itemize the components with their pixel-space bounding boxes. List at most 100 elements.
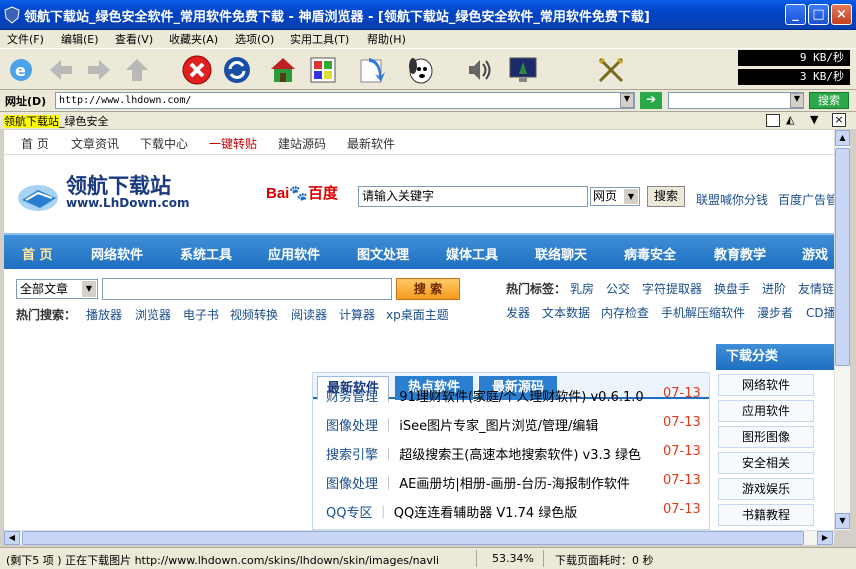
search-dropdown-icon[interactable]: ▼ bbox=[790, 93, 804, 108]
hot-tag[interactable]: 公交 bbox=[606, 280, 630, 297]
list-item[interactable]: 搜索引擎 ｜ 超级搜索王(高速本地搜索软件) v3.3 绿色 07-13 bbox=[326, 444, 701, 463]
site-logo[interactable]: 领航下载站 www.LhDown.com bbox=[16, 168, 196, 218]
hot-tag[interactable]: 字符提取器 bbox=[642, 280, 702, 297]
menu-help[interactable]: 帮助(H) bbox=[367, 31, 406, 47]
search-scope-select[interactable]: 网页 ▼ bbox=[590, 187, 640, 206]
scroll-left-icon[interactable]: ◀ bbox=[4, 531, 20, 545]
ie-icon[interactable]: e bbox=[4, 53, 38, 87]
swords-icon[interactable] bbox=[594, 53, 628, 87]
url-dropdown-icon[interactable]: ▼ bbox=[620, 93, 634, 108]
hot-tag[interactable]: 内存检查 bbox=[601, 304, 649, 321]
url-input[interactable]: http://www.lhdown.com/ bbox=[55, 92, 635, 109]
nav-network[interactable]: 网络软件 bbox=[91, 244, 143, 263]
toplink-repost[interactable]: 一键转贴 bbox=[209, 135, 257, 152]
download-icon[interactable] bbox=[356, 53, 390, 87]
menu-file[interactable]: 文件(F) bbox=[7, 31, 44, 47]
category-item[interactable]: 网络软件 bbox=[718, 374, 814, 396]
scroll-down-icon[interactable]: ▼ bbox=[835, 513, 850, 529]
hot-search-item[interactable]: 电子书 bbox=[183, 306, 219, 323]
hot-tag[interactable]: 手机解压缩软件 bbox=[661, 304, 745, 321]
nav-home[interactable]: 首 页 bbox=[22, 244, 53, 263]
row-title[interactable]: 91理财软件(家庭/个人理财软件) v0.6.1.0 bbox=[399, 390, 643, 405]
go-arrow-icon[interactable]: ➔ bbox=[640, 92, 662, 109]
forward-icon[interactable] bbox=[82, 53, 116, 87]
nav-media[interactable]: 媒体工具 bbox=[446, 244, 498, 263]
union-link[interactable]: 联盟喊你分钱 bbox=[696, 191, 768, 208]
row-title[interactable]: 超级搜索王(高速本地搜索软件) v3.3 绿色 bbox=[399, 448, 641, 463]
nav-games[interactable]: 游戏 bbox=[802, 244, 828, 263]
minimize-button[interactable]: _ bbox=[785, 4, 806, 25]
baidu-search-input[interactable]: 请输入关键字 bbox=[358, 186, 588, 207]
menu-view[interactable]: 查看(V) bbox=[115, 31, 153, 47]
list-item[interactable]: QQ专区 ｜ QQ连连看辅助器 V1.74 绿色版 07-13 bbox=[326, 502, 701, 521]
list-item[interactable]: 财务管理 ｜ 91理财软件(家庭/个人理财软件) v0.6.1.0 07-13 bbox=[326, 386, 701, 405]
menu-edit[interactable]: 编辑(E) bbox=[61, 31, 99, 47]
hot-search-item[interactable]: 浏览器 bbox=[135, 306, 171, 323]
category-item[interactable]: 书籍教程 bbox=[718, 504, 814, 526]
tab-menu-icon[interactable]: ▼ bbox=[810, 113, 818, 126]
hot-tag[interactable]: 乳房 bbox=[570, 280, 594, 297]
row-title[interactable]: QQ连连看辅助器 V1.74 绿色版 bbox=[394, 506, 578, 521]
row-category[interactable]: 财务管理 bbox=[326, 390, 378, 405]
hot-tag[interactable]: CD播 bbox=[806, 304, 834, 321]
row-category[interactable]: 图像处理 bbox=[326, 419, 378, 434]
row-title[interactable]: AE画册坊|相册-画册-台历-海报制作软件 bbox=[399, 477, 630, 492]
tab-lhdown[interactable]: 领航下载站_绿色安全 bbox=[4, 113, 109, 128]
nav-apps[interactable]: 应用软件 bbox=[268, 244, 320, 263]
baidu-search-button[interactable]: 搜索 bbox=[647, 186, 685, 207]
category-item[interactable]: 安全相关 bbox=[718, 452, 814, 474]
baidu-ads-link[interactable]: 百度广告管 bbox=[778, 191, 834, 208]
close-button[interactable]: × bbox=[831, 4, 852, 25]
list-item[interactable]: 图像处理 ｜ AE画册坊|相册-画册-台历-海报制作软件 07-13 bbox=[326, 473, 701, 492]
monitor-icon[interactable] bbox=[506, 53, 540, 87]
nav-security[interactable]: 病毒安全 bbox=[624, 244, 676, 263]
vertical-scroll-thumb[interactable] bbox=[835, 148, 850, 366]
row-category[interactable]: 搜索引擎 bbox=[326, 448, 378, 463]
menu-options[interactable]: 选项(O) bbox=[235, 31, 274, 47]
category-item[interactable]: 应用软件 bbox=[718, 400, 814, 422]
title-bar[interactable]: 领航下载站_绿色安全软件_常用软件免费下载 - 神盾浏览器 - [领航下载站_绿… bbox=[0, 0, 856, 30]
category-item[interactable]: 游戏娱乐 bbox=[718, 478, 814, 500]
back-icon[interactable] bbox=[44, 53, 78, 87]
menu-tools[interactable]: 实用工具(T) bbox=[290, 31, 349, 47]
sound-icon[interactable] bbox=[462, 53, 496, 87]
search-button[interactable]: 搜索 bbox=[809, 92, 849, 109]
hot-search-item[interactable]: 播放器 bbox=[86, 306, 122, 323]
hot-tag[interactable]: 发器 bbox=[506, 304, 530, 321]
scroll-right-icon[interactable]: ▶ bbox=[817, 531, 833, 545]
toplink-newest[interactable]: 最新软件 bbox=[347, 135, 395, 152]
row-title[interactable]: iSee图片专家_图片浏览/管理/编辑 bbox=[399, 419, 598, 434]
nav-system[interactable]: 系统工具 bbox=[180, 244, 232, 263]
hot-search-item[interactable]: 视频转换 bbox=[230, 306, 278, 323]
horizontal-scrollbar[interactable]: ◀ ▶ bbox=[4, 530, 834, 545]
category-item[interactable]: 图形图像 bbox=[718, 426, 814, 448]
nav-graphics[interactable]: 图文处理 bbox=[357, 244, 409, 263]
stop-icon[interactable] bbox=[180, 53, 214, 87]
toplink-source[interactable]: 建站源码 bbox=[278, 135, 326, 152]
toplink-articles[interactable]: 文章资讯 bbox=[71, 135, 119, 152]
hot-tag[interactable]: 进阶 bbox=[762, 280, 786, 297]
site-search-input[interactable] bbox=[102, 278, 392, 300]
site-search-button[interactable]: 搜 索 bbox=[396, 278, 460, 300]
hot-tag[interactable]: 友情链 bbox=[798, 280, 834, 297]
scroll-up-icon[interactable]: ▲ bbox=[835, 130, 850, 146]
restore-tab-icon[interactable] bbox=[766, 114, 780, 127]
hot-search-item[interactable]: 计算器 bbox=[339, 306, 375, 323]
hot-search-item[interactable]: 阅读器 bbox=[291, 306, 327, 323]
nav-chat[interactable]: 联络聊天 bbox=[535, 244, 587, 263]
dog-icon[interactable] bbox=[404, 53, 438, 87]
row-category[interactable]: QQ专区 bbox=[326, 506, 372, 521]
article-select[interactable]: 全部文章 ▼ bbox=[16, 279, 98, 299]
vertical-scrollbar[interactable]: ▲ ▼ bbox=[834, 130, 850, 530]
toplink-downloads[interactable]: 下载中心 bbox=[140, 135, 188, 152]
refresh-icon[interactable] bbox=[220, 53, 254, 87]
horizontal-scroll-thumb[interactable] bbox=[22, 531, 804, 545]
list-item[interactable]: 图像处理 ｜ iSee图片专家_图片浏览/管理/编辑 07-13 bbox=[326, 415, 701, 434]
hot-tag[interactable]: 文本数据 bbox=[542, 304, 590, 321]
nav-education[interactable]: 教育教学 bbox=[714, 244, 766, 263]
close-tab-icon[interactable]: × bbox=[832, 113, 846, 127]
row-category[interactable]: 图像处理 bbox=[326, 477, 378, 492]
hot-search-item[interactable]: xp桌面主题 bbox=[386, 306, 449, 323]
maximize-button[interactable]: □ bbox=[808, 4, 829, 25]
tile-icon[interactable]: ◭ bbox=[786, 113, 794, 126]
